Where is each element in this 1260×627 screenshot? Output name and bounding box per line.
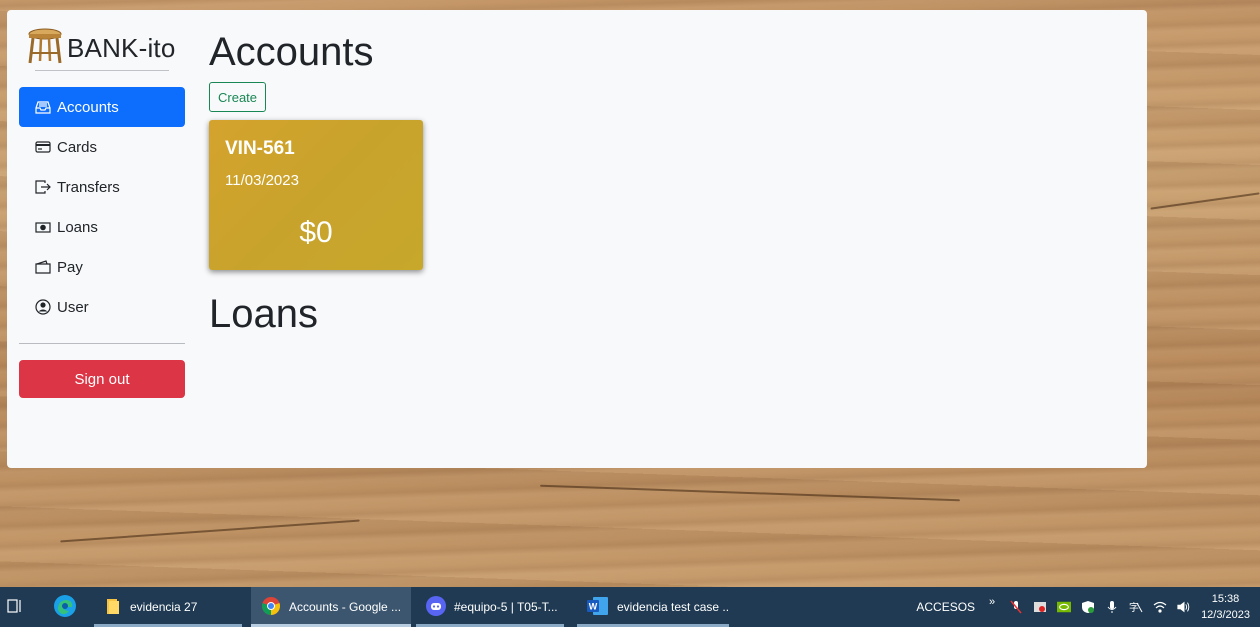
taskbar-app-chrome[interactable]: Accounts - Google ...	[251, 587, 411, 627]
edge-button[interactable]	[50, 587, 80, 627]
taskbar-app-word[interactable]: W evidencia test case ...	[577, 587, 729, 627]
brand-divider	[35, 70, 169, 71]
box-arrow-right-icon	[35, 179, 51, 195]
task-view-icon	[7, 598, 23, 616]
wifi-icon[interactable]	[1153, 600, 1167, 614]
volume-icon[interactable]	[1177, 600, 1191, 614]
microphone-icon[interactable]	[1105, 600, 1119, 614]
create-account-button[interactable]: Create	[209, 82, 267, 112]
sidebar-item-label: User	[57, 298, 89, 316]
sidebar-item-loans[interactable]: Loans	[19, 207, 185, 247]
sidebar-item-user[interactable]: User	[19, 287, 185, 327]
word-icon: W	[587, 596, 609, 619]
sidebar-item-label: Transfers	[57, 178, 120, 196]
credit-card-icon	[35, 139, 51, 155]
brand-name: BANK-ito	[67, 32, 176, 63]
sign-out-button[interactable]: Sign out	[19, 360, 185, 398]
chrome-icon	[261, 596, 281, 619]
taskbar-app-discord[interactable]: #equipo-5 | T05-T...	[416, 587, 564, 627]
loans-title: Loans	[209, 292, 318, 336]
cash-icon	[35, 219, 51, 235]
sidebar-item-accounts[interactable]: Accounts	[19, 87, 185, 127]
sidebar-item-transfers[interactable]: Transfers	[19, 167, 185, 207]
wood-crack	[1150, 192, 1260, 210]
account-date: 11/03/2023	[225, 172, 299, 189]
sidebar-item-label: Pay	[57, 258, 83, 276]
inbox-icon	[35, 99, 51, 115]
clock-date: 12/3/2023	[1201, 609, 1250, 621]
task-view-button[interactable]	[4, 587, 26, 627]
discord-icon	[426, 595, 446, 619]
account-card[interactable]: VIN-561 11/03/2023 $0	[209, 120, 423, 270]
mic-muted-icon[interactable]	[1009, 600, 1023, 614]
stool-logo-icon	[27, 27, 63, 70]
toolbar-accesos[interactable]: ACCESOS	[916, 600, 975, 614]
language-icon[interactable]: 字	[1129, 600, 1143, 614]
sidebar-divider	[19, 343, 185, 344]
wood-crack	[60, 519, 360, 543]
security-shield-icon[interactable]	[1081, 600, 1095, 614]
sidebar-item-label: Accounts	[57, 98, 119, 116]
sidebar-nav: Accounts Cards Transfers Loans Pay User	[19, 87, 185, 327]
folder-icon	[104, 597, 122, 618]
main-content: Accounts Create VIN-561 11/03/2023 $0 Lo…	[209, 28, 423, 338]
sidebar-item-pay[interactable]: Pay	[19, 247, 185, 287]
taskbar-app-label: evidencia test case ...	[617, 600, 729, 614]
wood-crack	[540, 484, 960, 502]
page-title: Accounts	[209, 30, 374, 74]
svg-text:W: W	[589, 601, 598, 611]
chevron-double-right-icon[interactable]: »	[985, 595, 999, 609]
screen-record-icon[interactable]	[1033, 600, 1047, 614]
edge-icon	[53, 594, 77, 621]
clock[interactable]: 15:38 12/3/2023	[1201, 591, 1250, 623]
taskbar: evidencia 27 Accounts - Google ... #equi…	[0, 587, 1260, 627]
taskbar-app-label: Accounts - Google ...	[289, 600, 402, 614]
taskbar-app-label: #equipo-5 | T05-T...	[454, 600, 558, 614]
account-number: VIN-561	[225, 138, 295, 159]
sidebar-item-label: Cards	[57, 138, 98, 156]
nvidia-icon[interactable]	[1057, 600, 1072, 614]
brand[interactable]: BANK-ito	[19, 28, 185, 68]
person-circle-icon	[35, 299, 51, 315]
taskbar-app-label: evidencia 27	[130, 600, 198, 614]
taskbar-app-explorer[interactable]: evidencia 27	[94, 587, 242, 627]
wallet-icon	[35, 259, 51, 275]
clock-time: 15:38	[1211, 593, 1240, 605]
sidebar-item-label: Loans	[57, 218, 98, 236]
sidebar-item-cards[interactable]: Cards	[19, 127, 185, 167]
system-tray: ACCESOS » 字 15:38 12/3/2023	[916, 587, 1250, 627]
sidebar: BANK-ito Accounts Cards Transfers Loans …	[19, 28, 185, 398]
account-balance: $0	[299, 216, 333, 249]
app-window: BANK-ito Accounts Cards Transfers Loans …	[7, 10, 1147, 468]
